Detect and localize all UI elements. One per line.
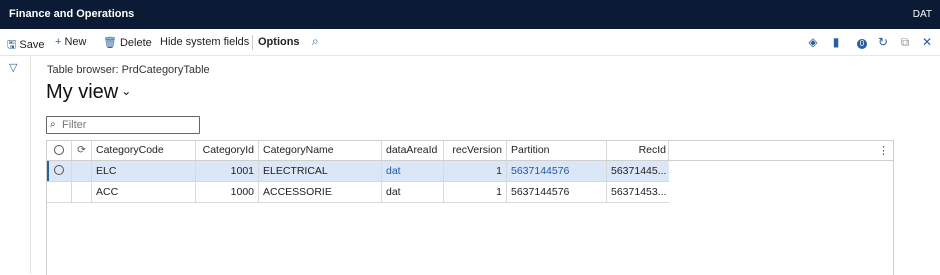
save-label: Save [19,39,45,51]
filter-pane-icon[interactable]: ▽ [9,61,17,74]
search-icon[interactable]: ⌕ [312,34,319,49]
header-dataareaid[interactable]: dataAreaId [382,141,444,160]
cell-categorycode[interactable]: ACC [92,182,196,202]
app-title[interactable]: Finance and Operations [9,8,134,20]
notification-badge: 0 [856,39,868,49]
office-icon[interactable]: ▮ [829,35,843,49]
cell-recid[interactable]: 56371445... [607,161,669,181]
table-row[interactable]: ELC 1001 ELECTRICAL dat 1 5637144576 563… [47,161,669,182]
filter-input[interactable] [62,118,192,131]
select-all-column[interactable] [47,141,72,160]
header-categorycode[interactable]: CategoryCode [92,141,196,160]
chevron-down-icon: ⌄ [121,84,132,98]
filter-box[interactable]: ⌕ [46,116,200,134]
breadcrumb: Table browser: PrdCategoryTable [47,64,210,76]
company-selector[interactable]: DAT [913,9,932,20]
options-tab[interactable]: Options [258,36,300,48]
delete-button[interactable]: 🗑 Delete [103,36,152,49]
header-recversion[interactable]: recVersion [444,141,507,160]
cell-categoryname[interactable]: ELECTRICAL [259,161,382,181]
row-select[interactable] [47,161,72,181]
header-categoryname[interactable]: CategoryName [259,141,382,160]
row-radio[interactable] [54,165,64,175]
action-pane: 🖫 Save + New 🗑 Delete Hide system fields Op… [0,29,940,56]
save-icon: 🖫 [7,39,17,51]
cell-recid[interactable]: 56371453... [607,182,669,202]
cell-categoryid[interactable]: 1000 [196,182,259,202]
select-all-radio[interactable] [54,145,64,155]
close-icon[interactable]: ✕ [920,35,934,49]
trash-icon: 🗑 [103,37,117,49]
header-recid[interactable]: RecId [607,141,669,160]
notifications-icon[interactable]: 0 [855,35,869,49]
cell-partition[interactable]: 5637144576 [507,182,607,202]
cell-recversion[interactable]: 1 [444,182,507,202]
cell-partition[interactable]: 5637144576 [507,161,607,181]
cell-categoryname[interactable]: ACCESSORIE [259,182,382,202]
plus-icon: + [55,36,62,48]
row-status [72,182,92,202]
new-button[interactable]: + New [55,36,86,48]
action-separator [252,35,253,50]
cell-recversion[interactable]: 1 [444,161,507,181]
view-selector[interactable]: My view ⌄ [46,81,131,104]
delete-label: Delete [119,37,152,49]
row-status [72,161,92,181]
header-categoryid[interactable]: CategoryId [196,141,259,160]
header-partition[interactable]: Partition [507,141,607,160]
save-button[interactable]: 🖫 Save [7,36,44,55]
left-rail: ▽ [0,56,31,274]
table-row[interactable]: ACC 1000 ACCESSORIE dat 1 5637144576 563… [47,182,669,203]
top-app-bar: Finance and Operations DAT [0,0,940,29]
view-title: My view [46,81,119,103]
diamond-icon[interactable]: ◈ [806,35,820,49]
grid-header: ⟳ CategoryCode CategoryId CategoryName d… [47,141,893,161]
open-new-window-icon[interactable]: ⧉ [898,35,912,49]
cell-categoryid[interactable]: 1001 [196,161,259,181]
data-grid: ⟳ CategoryCode CategoryId CategoryName d… [46,140,894,275]
more-options-icon[interactable]: ⋮ [878,144,889,157]
row-select[interactable] [47,182,72,202]
search-icon: ⌕ [50,119,56,130]
refresh-icon[interactable]: ↻ [876,35,890,49]
new-label: New [64,36,87,48]
cell-categorycode[interactable]: ELC [92,161,196,181]
refresh-icon[interactable]: ⟳ [72,141,92,160]
hide-system-fields-button[interactable]: Hide system fields [160,36,249,48]
cell-dataareaid[interactable]: dat [382,161,444,181]
cell-dataareaid[interactable]: dat [382,182,444,202]
